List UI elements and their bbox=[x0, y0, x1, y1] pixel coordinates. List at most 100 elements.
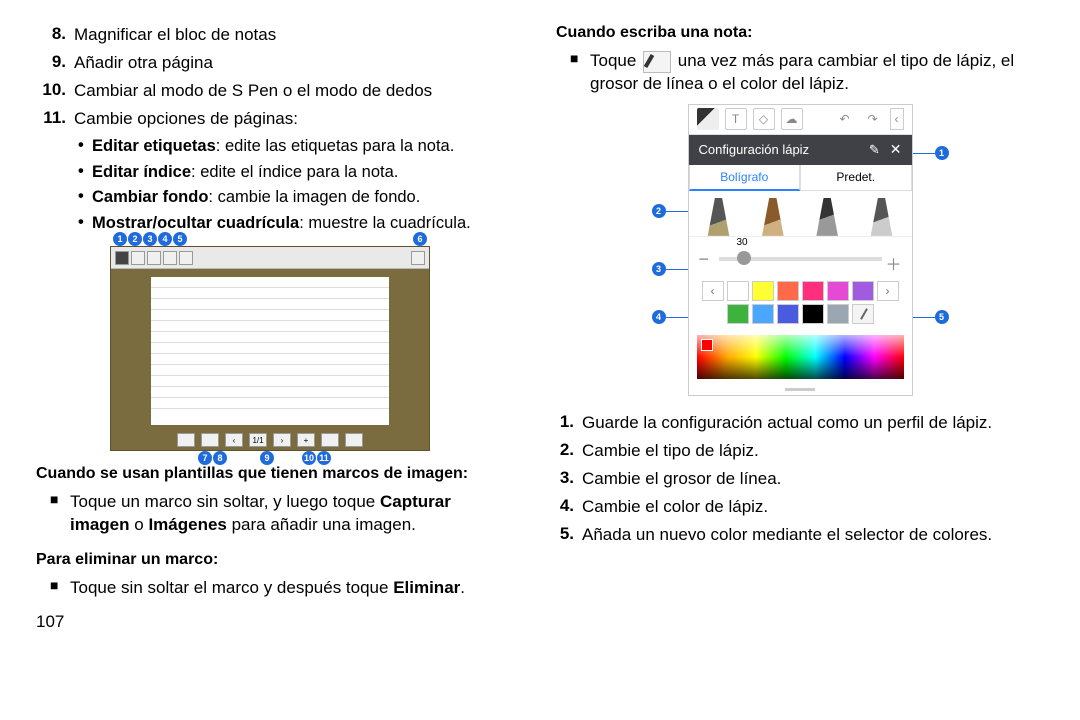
callout-badge: 5 bbox=[935, 310, 949, 324]
pen-type-icon[interactable] bbox=[701, 198, 737, 236]
color-swatch[interactable] bbox=[752, 281, 774, 301]
ruler-left bbox=[143, 277, 151, 425]
toolbar-left-group bbox=[115, 251, 193, 265]
drag-handle-icon[interactable] bbox=[689, 385, 912, 395]
undo-tool-icon[interactable] bbox=[179, 251, 193, 265]
list-number: 3. bbox=[550, 468, 574, 490]
pen-type-icon[interactable] bbox=[863, 198, 899, 236]
section-heading: Cuando escriba una nota: bbox=[556, 24, 1050, 42]
tab-predet[interactable]: Predet. bbox=[800, 165, 912, 191]
callout-badge: 1 bbox=[935, 146, 949, 160]
list-item: 3. Cambie el grosor de línea. bbox=[550, 468, 1050, 490]
color-swatch[interactable] bbox=[727, 304, 749, 324]
page-options-icon[interactable] bbox=[345, 433, 363, 447]
pen-icon[interactable] bbox=[697, 108, 719, 130]
list-text: Guarde la configuración actual como un p… bbox=[582, 412, 1050, 434]
bullet-item: • Editar etiquetas: edite las etiquetas … bbox=[78, 136, 510, 157]
callout-line bbox=[913, 317, 935, 318]
pen-settings-title: Configuración lápiz bbox=[699, 142, 810, 157]
menu-tool-icon[interactable] bbox=[411, 251, 425, 265]
eyedropper-icon[interactable] bbox=[852, 304, 874, 324]
text-tool-icon[interactable] bbox=[147, 251, 161, 265]
thickness-value: 30 bbox=[737, 237, 748, 248]
minus-icon[interactable]: − bbox=[699, 249, 710, 270]
image-tool-icon[interactable] bbox=[177, 433, 195, 447]
list-text: Magnificar el bloc de notas bbox=[74, 24, 510, 46]
bullet-mark: • bbox=[78, 187, 92, 208]
prev-page-icon[interactable]: ‹ bbox=[225, 433, 243, 447]
eraser-icon[interactable]: ◇ bbox=[753, 108, 775, 130]
page-number: 107 bbox=[36, 612, 510, 632]
input-mode-icon[interactable] bbox=[321, 433, 339, 447]
list-item: 1. Guarde la configuración actual como u… bbox=[550, 412, 1050, 434]
color-swatch[interactable] bbox=[827, 304, 849, 324]
square-bullet-mark: ■ bbox=[50, 491, 70, 537]
color-swatch[interactable] bbox=[777, 281, 799, 301]
pen-type-icon[interactable] bbox=[755, 198, 791, 236]
callout-badge: 3 bbox=[652, 262, 666, 276]
pen-profile-icon[interactable]: ✎ bbox=[869, 142, 880, 158]
zoom-tool-icon[interactable] bbox=[201, 433, 219, 447]
list-number: 10. bbox=[30, 80, 66, 102]
list-text: Cambie el tipo de lápiz. bbox=[582, 440, 1050, 462]
pen-settings-panel: T ◇ ☁ ↶ ↷ ‹ Configuración lápiz ✎ ✕ Bolí… bbox=[688, 104, 913, 396]
color-swatches: ‹ › bbox=[689, 277, 912, 331]
square-bullet-item: ■ Toque una vez más para cambiar el tipo… bbox=[570, 50, 1050, 96]
callout-badge: 4 bbox=[158, 232, 172, 246]
shape-tool-icon[interactable] bbox=[163, 251, 177, 265]
tab-boligrafo[interactable]: Bolígrafo bbox=[689, 165, 801, 191]
note-paper[interactable] bbox=[151, 277, 389, 425]
slider-handle[interactable] bbox=[737, 251, 751, 265]
list-item: 8. Magnificar el bloc de notas bbox=[30, 24, 510, 46]
list-number: 5. bbox=[550, 524, 574, 546]
bullet-mark: • bbox=[78, 136, 92, 157]
list-item: 4. Cambie el color de lápiz. bbox=[550, 496, 1050, 518]
close-icon[interactable]: ✕ bbox=[890, 141, 902, 158]
thickness-slider[interactable]: 30 − ＋ bbox=[689, 237, 912, 277]
undo-icon[interactable]: ↶ bbox=[834, 108, 856, 130]
section-heading: Cuando se usan plantillas que tienen mar… bbox=[36, 465, 510, 483]
scroll-right-icon[interactable]: › bbox=[877, 281, 899, 301]
list-number: 11. bbox=[30, 108, 66, 130]
section-heading: Para eliminar un marco: bbox=[36, 551, 510, 569]
add-page-icon[interactable]: + bbox=[297, 433, 315, 447]
bullet-text: Editar etiquetas: edite las etiquetas pa… bbox=[92, 136, 510, 157]
color-gradient-picker[interactable] bbox=[697, 335, 904, 379]
square-bullet-item: ■ Toque sin soltar el marco y después to… bbox=[50, 577, 510, 600]
color-swatch[interactable] bbox=[802, 281, 824, 301]
eraser-tool-icon[interactable] bbox=[131, 251, 145, 265]
square-bullet-text: Toque un marco sin soltar, y luego toque… bbox=[70, 491, 510, 537]
list-text: Cambiar al modo de S Pen o el modo de de… bbox=[74, 80, 510, 102]
color-swatch[interactable] bbox=[727, 281, 749, 301]
color-swatch[interactable] bbox=[802, 304, 824, 324]
pen-type-row bbox=[689, 191, 912, 237]
color-swatch[interactable] bbox=[827, 281, 849, 301]
pen-type-icon[interactable] bbox=[809, 198, 845, 236]
list-text: Cambie el color de lápiz. bbox=[582, 496, 1050, 518]
scroll-left-icon[interactable]: ‹ bbox=[702, 281, 724, 301]
color-swatch[interactable] bbox=[752, 304, 774, 324]
pen-tool-icon[interactable] bbox=[115, 251, 129, 265]
bullet-text: Cambiar fondo: cambie la imagen de fondo… bbox=[92, 187, 510, 208]
color-swatch[interactable] bbox=[852, 281, 874, 301]
callout-badge: 9 bbox=[260, 451, 274, 465]
right-column: Cuando escriba una nota: ■ Toque una vez… bbox=[540, 0, 1080, 720]
pen-settings-figure: 1 2 3 4 5 T ◇ ☁ ↶ ↷ ‹ Configuración lápi… bbox=[688, 104, 913, 396]
save-profile-icon[interactable]: ✎ ✕ bbox=[869, 141, 902, 158]
callout-badge: 5 bbox=[173, 232, 187, 246]
list-number: 8. bbox=[30, 24, 66, 46]
page-indicator: 1/1 bbox=[249, 433, 267, 447]
plus-icon[interactable]: ＋ bbox=[885, 251, 901, 275]
redo-icon[interactable]: ↷ bbox=[862, 108, 884, 130]
next-page-icon[interactable]: › bbox=[273, 433, 291, 447]
list-text: Cambie el grosor de línea. bbox=[582, 468, 1050, 490]
list-item: 10. Cambiar al modo de S Pen o el modo d… bbox=[30, 80, 510, 102]
cloud-icon[interactable]: ☁ bbox=[781, 108, 803, 130]
callout-badge: 11 bbox=[317, 451, 331, 465]
collapse-icon[interactable]: ‹ bbox=[890, 108, 904, 130]
callout-line bbox=[666, 269, 688, 270]
text-icon[interactable]: T bbox=[725, 108, 747, 130]
callout-badge: 7 bbox=[198, 451, 212, 465]
color-swatch[interactable] bbox=[777, 304, 799, 324]
square-bullet-text: Toque una vez más para cambiar el tipo d… bbox=[590, 50, 1050, 96]
